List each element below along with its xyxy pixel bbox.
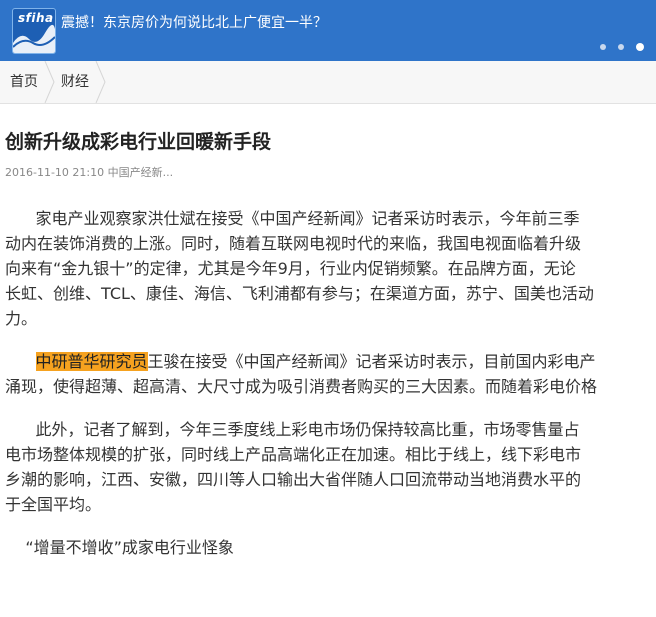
subheading-text: “增量不增收”成家电行业怪象 — [25, 538, 234, 557]
article-title: 创新升级成彩电行业回暖新手段 — [5, 131, 272, 153]
article-meta: 2016-11-10 21:10 中国产经新... — [5, 166, 174, 179]
breadcrumb-separator-icon — [95, 61, 106, 103]
paragraph-line: 家电产业观察家洪仕斌在接受《中国产经新闻》记者采访时表示，今年前三季 — [5, 209, 580, 228]
highlighted-phrase[interactable]: 中研普华研究员 — [35, 352, 148, 371]
banner-headline[interactable]: 震撼！东京房价为何说比北上广便宜一半？ — [61, 13, 327, 33]
site-logo[interactable]: sfiha — [12, 8, 56, 54]
breadcrumb-home[interactable]: 首页 — [10, 61, 38, 103]
paragraph-line: 电市场整体规模的扩张，同时线上产品高端化正在加速。相比于线上，线下彩电市 — [5, 445, 582, 464]
paragraph-line: 乡潮的影响，江西、安徽，四川等人口输出大省伴随人口回流带动当地消费水平的 — [5, 470, 582, 489]
paragraph-line: 长虹、创维、TCL、康佳、海信、飞利浦都有参与；在渠道方面，苏宁、国美也活动 — [5, 284, 594, 303]
breadcrumb-separator-icon — [44, 61, 55, 103]
paragraph-line: 力。 — [5, 309, 38, 328]
carousel-dot[interactable] — [600, 44, 606, 50]
paragraph-line: 动内在装饰消费的上涨。同时，随着互联网电视时代的来临，我国电视面临着升级 — [5, 234, 582, 253]
article-body: 家电产业观察家洪仕斌在接受《中国产经新闻》记者采访时表示，今年前三季 动内在装饰… — [0, 206, 656, 617]
paragraph-line: 于全国平均。 — [5, 495, 102, 514]
breadcrumb-category[interactable]: 财经 — [61, 61, 89, 103]
paragraph-line: 涌现，使得超薄、超高清、大尺寸成为吸引消费者购买的三大因素。而随着彩电价格 — [5, 377, 598, 396]
paragraph-indent — [5, 352, 36, 371]
breadcrumb: 首页 财经 — [0, 61, 656, 104]
article-subheading: “增量不增收”成家电行业怪象 — [0, 535, 656, 560]
carousel-dot-active[interactable] — [636, 43, 644, 51]
logo-wave-icon — [13, 24, 55, 53]
carousel-indicator — [600, 43, 644, 51]
carousel-dot[interactable] — [618, 44, 624, 50]
paragraph-line: 向来有“金九银十”的定律，尤其是今年9月，行业内促销频繁。在品牌方面，无论 — [5, 259, 576, 278]
paragraph-line: 此外，记者了解到，今年三季度线上彩电市场仍保持较高比重，市场零售量占 — [5, 420, 580, 439]
top-banner[interactable]: sfiha 震撼！东京房价为何说比北上广便宜一半？ — [0, 0, 656, 61]
paragraph-text: 王骏在接受《中国产经新闻》记者采访时表示，目前国内彩电产 — [147, 352, 596, 371]
paragraph-line: 中研普华研究员王骏在接受《中国产经新闻》记者采访时表示，目前国内彩电产 — [0, 349, 656, 374]
